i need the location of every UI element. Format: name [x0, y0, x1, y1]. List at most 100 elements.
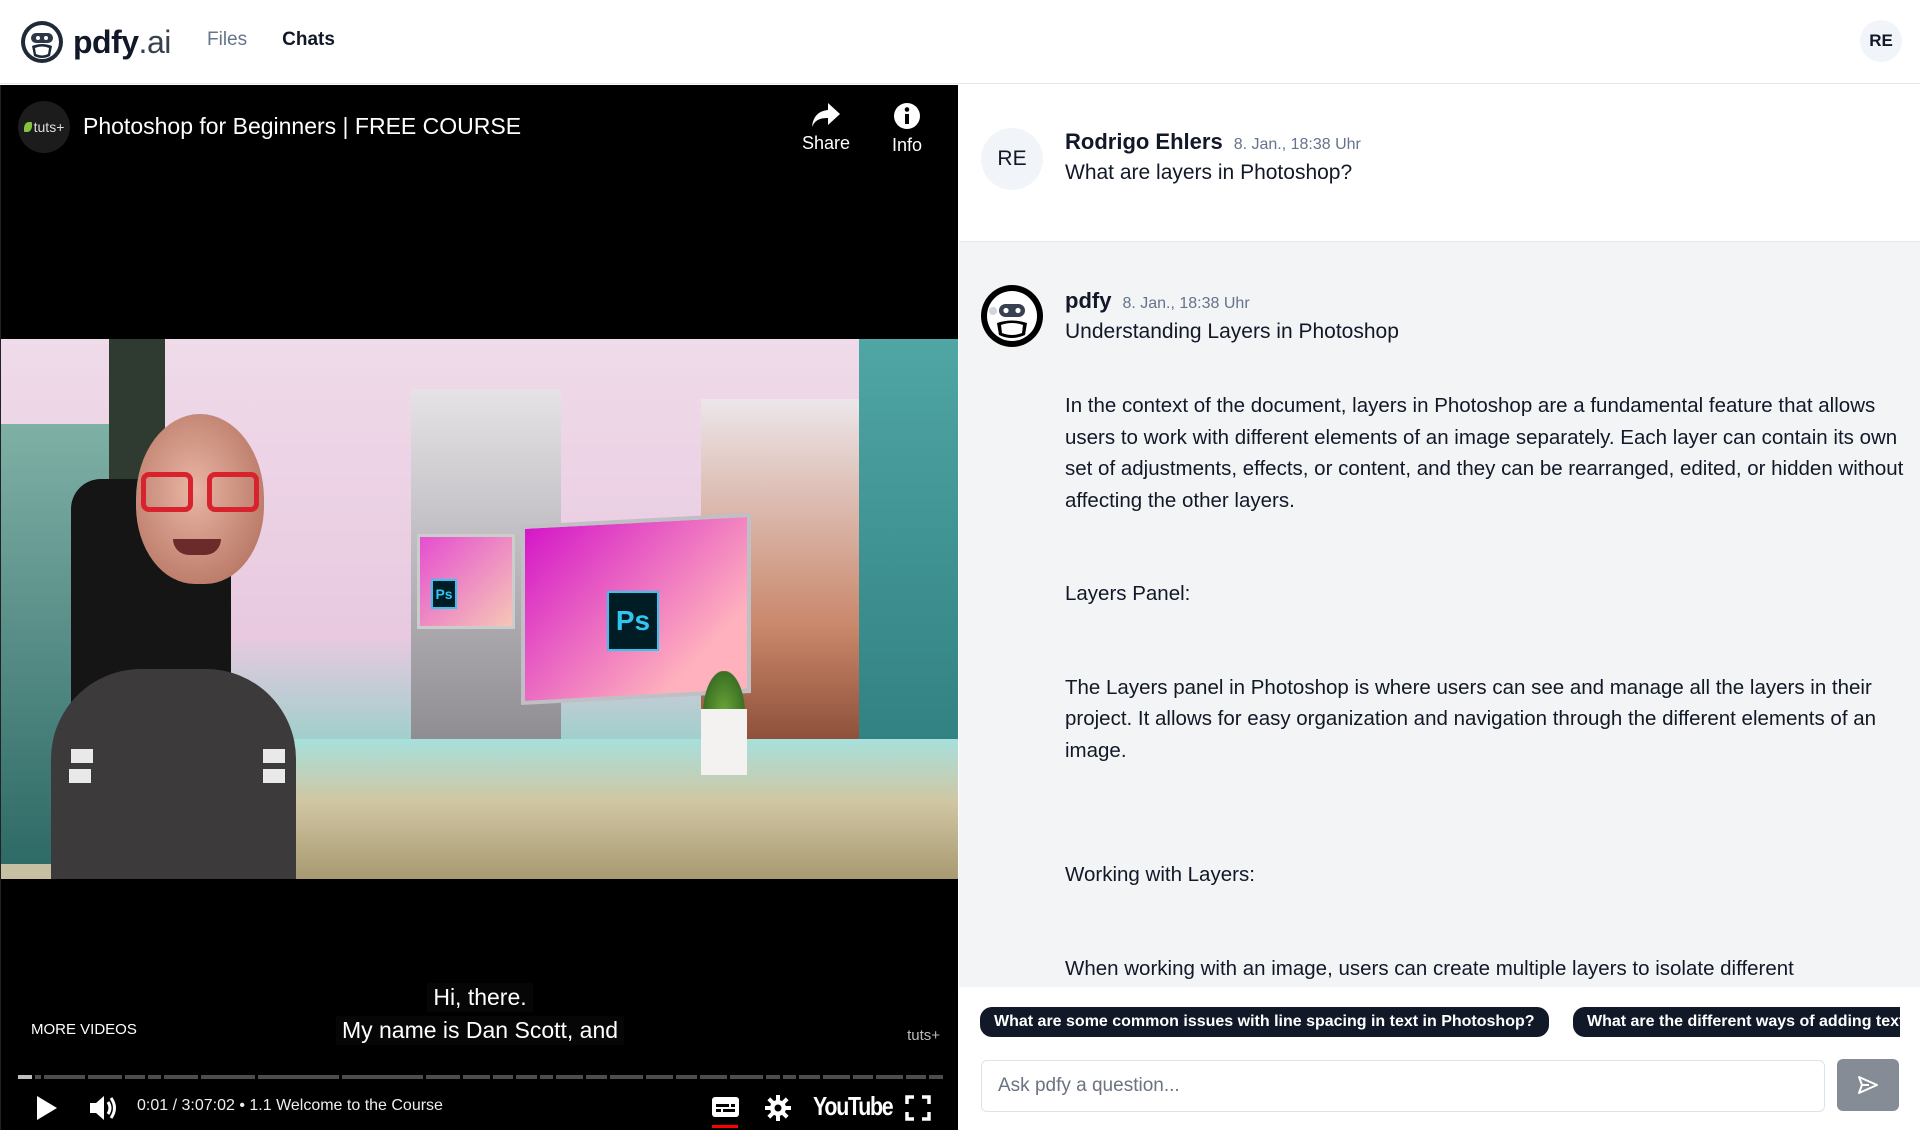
progress-chapter-segment[interactable]: [44, 1075, 85, 1079]
progress-chapter-segment[interactable]: [699, 1075, 727, 1079]
answer-body: In the context of the document, layers i…: [1065, 390, 1905, 1046]
progress-chapter-segment[interactable]: [164, 1075, 199, 1079]
video-title[interactable]: Photoshop for Beginners | FREE COURSE: [83, 113, 521, 140]
ask-question-input[interactable]: [981, 1060, 1825, 1112]
message-timestamp: 8. Jan., 18:38 Uhr: [1233, 136, 1361, 153]
progress-chapter-segment[interactable]: [342, 1075, 424, 1079]
progress-chapter-segment[interactable]: [609, 1075, 644, 1079]
user-avatar[interactable]: RE: [1860, 20, 1902, 62]
glasses-lens: [207, 472, 259, 512]
volume-icon[interactable]: [87, 1093, 121, 1123]
message-text: What are layers in Photoshop?: [1065, 161, 1353, 184]
separator: •: [239, 1097, 245, 1114]
main-nav: Files Chats: [207, 29, 370, 51]
answer-title: Understanding Layers in Photoshop: [1065, 320, 1399, 343]
progress-chapter-segment[interactable]: [876, 1075, 904, 1079]
chapter-title[interactable]: 1.1 Welcome to the Course: [249, 1097, 443, 1114]
scene-desk: [281, 739, 958, 879]
progress-chapter-segment[interactable]: [463, 1075, 491, 1079]
robot-logo-icon: [21, 21, 63, 63]
nav-files[interactable]: Files: [207, 29, 247, 51]
progress-chapter-segment[interactable]: [556, 1075, 584, 1079]
video-title-bar: tuts+ Photoshop for Beginners | FREE COU…: [1, 85, 958, 175]
progress-chapter-segment[interactable]: [201, 1075, 256, 1079]
scene-presenter-body: [51, 669, 296, 879]
progress-chapter-segment[interactable]: [87, 1075, 122, 1079]
progress-chapter-segment[interactable]: [782, 1075, 797, 1079]
progress-chapter-segment[interactable]: [426, 1075, 461, 1079]
caption-line: My name is Dan Scott, and: [335, 1016, 625, 1045]
progress-chapter-segment[interactable]: [822, 1075, 850, 1079]
channel-avatar[interactable]: tuts+: [18, 101, 70, 153]
progress-chapter-segment[interactable]: [646, 1075, 674, 1079]
player-controls: 0:01 / 3:07:02 • 1.1 Welcome to the Cour…: [1, 1085, 958, 1130]
video-player[interactable]: tuts+ Photoshop for Beginners | FREE COU…: [0, 85, 958, 1130]
caption-line: Hi, there.: [427, 983, 533, 1012]
photoshop-logo-icon: Ps: [607, 591, 659, 651]
video-frame[interactable]: Ps Ps: [1, 339, 958, 879]
progress-bar[interactable]: [18, 1075, 943, 1079]
progress-chapter-segment[interactable]: [729, 1075, 764, 1079]
chat-message-user: RE Rodrigo Ehlers 8. Jan., 18:38 Uhr Wha…: [959, 85, 1920, 242]
channel-logo-text: tuts+: [33, 119, 65, 135]
progress-chapter-segment[interactable]: [18, 1075, 32, 1079]
progress-chapter-segment[interactable]: [147, 1075, 162, 1079]
subtitles-active-indicator: [712, 1125, 738, 1128]
subtitles-icon[interactable]: [712, 1095, 739, 1119]
scene-teal-canvas: [859, 339, 958, 789]
user-message-avatar: RE: [981, 128, 1043, 190]
share-button[interactable]: Share: [791, 101, 861, 154]
message-header: pdfy 8. Jan., 18:38 Uhr: [1065, 288, 1250, 314]
send-button[interactable]: [1837, 1059, 1899, 1111]
answer-paragraph: When working with an image, users can cr…: [1065, 956, 1794, 980]
youtube-logo[interactable]: YouTube: [813, 1091, 894, 1122]
progress-chapter-segment[interactable]: [676, 1075, 697, 1079]
captions: Hi, there. My name is Dan Scott, and: [1, 983, 958, 1049]
nav-chats[interactable]: Chats: [282, 29, 335, 51]
glasses-lens: [141, 472, 193, 512]
shirt-stripe: [263, 769, 285, 783]
settings-gear-icon[interactable]: [765, 1095, 791, 1121]
scene-plant-pot: [701, 709, 747, 775]
progress-chapter-segment[interactable]: [124, 1075, 145, 1079]
share-icon: [812, 103, 840, 127]
share-label: Share: [801, 133, 851, 153]
send-icon: [1858, 1076, 1878, 1094]
more-videos-button[interactable]: MORE VIDEOS: [31, 1021, 137, 1038]
progress-chapter-segment[interactable]: [539, 1075, 554, 1079]
brand-logo[interactable]: pdfy.ai: [20, 20, 171, 64]
suggestion-chip[interactable]: What are some common issues with line sp…: [980, 1007, 1549, 1037]
time-readout: 0:01 / 3:07:02: [137, 1097, 235, 1114]
answer-section-heading: Layers Panel:: [1065, 582, 1191, 605]
message-author: pdfy: [1065, 288, 1112, 313]
progress-chapter-segment[interactable]: [906, 1075, 927, 1079]
progress-chapter-segment[interactable]: [852, 1075, 874, 1079]
time-display: 0:01 / 3:07:02 • 1.1 Welcome to the Cour…: [137, 1097, 443, 1115]
progress-chapter-segment[interactable]: [929, 1075, 943, 1079]
channel-watermark[interactable]: tuts+: [907, 1027, 940, 1044]
photoshop-logo-icon: Ps: [431, 579, 457, 609]
progress-chapter-segment[interactable]: [493, 1075, 514, 1079]
info-button[interactable]: Info: [872, 101, 942, 156]
answer-paragraph: In the context of the document, layers i…: [1065, 394, 1904, 512]
suggestion-chip[interactable]: What are the different ways of adding te…: [1572, 1007, 1900, 1037]
answer-paragraph: The Layers panel in Photoshop is where u…: [1065, 675, 1877, 762]
progress-chapter-segment[interactable]: [799, 1075, 820, 1079]
leaf-icon: [23, 122, 32, 132]
progress-chapter-segment[interactable]: [34, 1075, 42, 1079]
message-author: Rodrigo Ehlers: [1065, 129, 1223, 154]
suggested-questions: What are some common issues with line sp…: [980, 1007, 1900, 1037]
fullscreen-icon[interactable]: [905, 1095, 931, 1121]
chat-panel: RE Rodrigo Ehlers 8. Jan., 18:38 Uhr Wha…: [959, 85, 1920, 1130]
progress-chapter-segment[interactable]: [516, 1075, 537, 1079]
brand-name: pdfy.ai: [73, 23, 171, 60]
info-icon: [894, 103, 920, 129]
info-label: Info: [891, 135, 923, 155]
progress-chapter-segment[interactable]: [586, 1075, 607, 1079]
progress-chapter-segment[interactable]: [258, 1075, 340, 1079]
progress-chapter-segment[interactable]: [766, 1075, 780, 1079]
play-icon[interactable]: [33, 1093, 61, 1123]
top-header: pdfy.ai Files Chats RE: [0, 0, 1920, 84]
message-timestamp: 8. Jan., 18:38 Uhr: [1122, 295, 1250, 312]
pdfy-bot-avatar-icon: [981, 285, 1043, 347]
